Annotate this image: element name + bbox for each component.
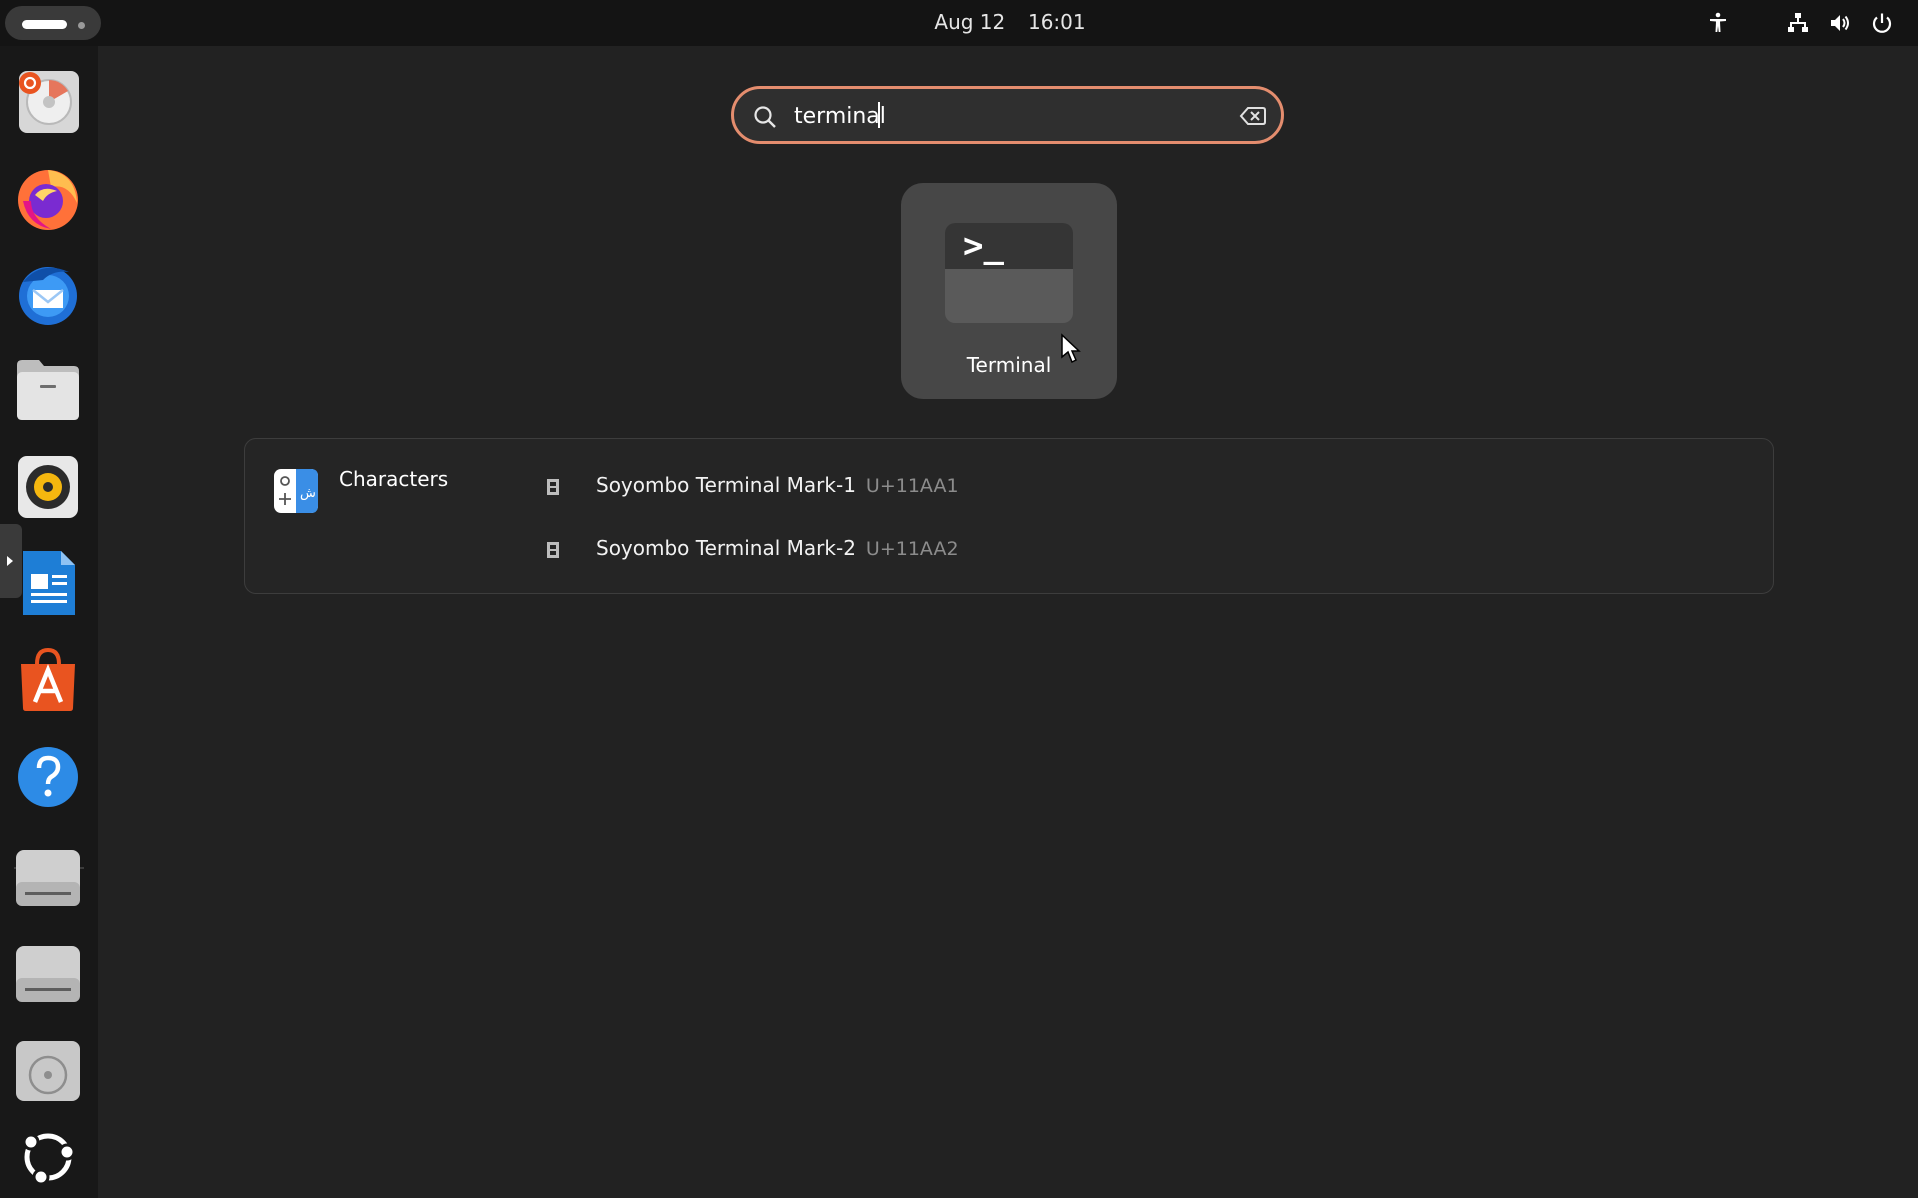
drive-icon[interactable] [13, 938, 83, 1008]
libreoffice-writer-icon[interactable] [13, 548, 83, 618]
clock-date: Aug 12 [934, 10, 1006, 34]
character-name: Soyombo Terminal Mark-1 [596, 473, 856, 497]
power-icon[interactable] [1870, 11, 1894, 35]
clear-search-icon[interactable] [1239, 105, 1267, 127]
character-code: U+11AA1 [865, 475, 959, 497]
search-bar[interactable] [731, 86, 1284, 144]
drive-icon[interactable] [13, 842, 83, 912]
dock [0, 46, 98, 1198]
optical-drive-icon[interactable] [13, 1035, 83, 1105]
show-apps-icon[interactable] [13, 1122, 83, 1192]
help-icon[interactable] [13, 740, 83, 810]
workspace-indicator-active [22, 20, 67, 29]
soyombo-terminal-mark-icon [547, 542, 559, 558]
character-name: Soyombo Terminal Mark-2 [596, 536, 856, 560]
network-icon[interactable] [1786, 11, 1810, 35]
activities-button[interactable] [5, 6, 101, 40]
clock-time: 16:01 [1027, 10, 1086, 34]
thunderbird-icon[interactable] [13, 258, 83, 328]
svg-text:ش: ش [300, 486, 316, 501]
volume-icon[interactable] [1828, 11, 1852, 35]
app-result-terminal[interactable]: >_ Terminal [901, 183, 1117, 399]
characters-app-icon[interactable]: ش [274, 469, 318, 513]
characters-provider-results: ش Characters Soyombo Terminal Mark-1 U+11… [244, 438, 1774, 594]
disk-usage-analyzer-icon[interactable] [13, 66, 83, 136]
app-result-label: Terminal [966, 353, 1052, 377]
character-code: U+11AA2 [865, 538, 959, 560]
character-result[interactable]: Soyombo Terminal Mark-2 U+11AA2 [545, 530, 1145, 570]
terminal-prompt: >_ [963, 226, 1004, 266]
character-result[interactable]: Soyombo Terminal Mark-1 U+11AA1 [545, 467, 1145, 507]
text-caret [878, 102, 880, 128]
provider-name: Characters [339, 467, 449, 491]
search-input[interactable] [794, 98, 1194, 134]
files-icon[interactable] [13, 355, 83, 425]
accessibility-icon[interactable] [1706, 11, 1730, 35]
rhythmbox-icon[interactable] [13, 451, 83, 521]
soyombo-terminal-mark-icon [547, 479, 559, 495]
firefox-icon[interactable] [13, 163, 83, 233]
chevron-right-icon [7, 556, 13, 566]
top-bar: Aug 12 16:01 [0, 0, 1918, 46]
search-icon [754, 106, 776, 128]
terminal-icon: >_ [945, 223, 1073, 323]
dock-expand-handle[interactable] [0, 524, 22, 598]
clock[interactable]: Aug 12 16:01 [900, 0, 1120, 46]
app-center-icon[interactable] [13, 644, 83, 714]
workspace-indicator-dot [78, 22, 85, 29]
